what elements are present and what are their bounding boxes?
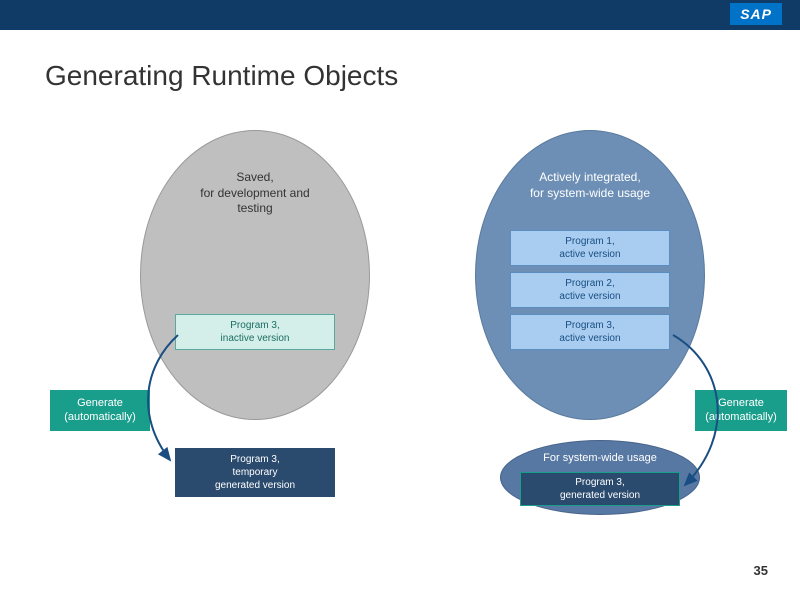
text: Program 3, <box>575 477 624 488</box>
box-program3-temporary: Program 3, temporary generated version <box>175 448 335 497</box>
text: generated version <box>215 480 295 491</box>
arrow-left <box>130 335 190 475</box>
box-program3-active: Program 3, active version <box>510 314 670 350</box>
text: active version <box>559 249 620 260</box>
text: Saved, <box>236 170 273 184</box>
text: testing <box>237 201 272 215</box>
header-bar: SAP <box>0 0 800 30</box>
text: (automatically) <box>64 411 136 423</box>
text: Program 1, <box>565 236 614 247</box>
text: inactive version <box>221 333 290 344</box>
page-number: 35 <box>754 563 768 578</box>
text: Generate <box>77 397 123 409</box>
box-program3-generated: Program 3, generated version <box>520 472 680 506</box>
text: generated version <box>560 490 640 501</box>
text: active version <box>559 291 620 302</box>
box-program1-active: Program 1, active version <box>510 230 670 266</box>
ellipse-saved-caption: Saved, for development and testing <box>140 170 370 217</box>
text: temporary <box>232 467 277 478</box>
arrow-right <box>665 335 745 495</box>
text: for system-wide usage <box>530 186 650 200</box>
sap-logo: SAP <box>730 3 782 25</box>
text: Program 2, <box>565 278 614 289</box>
text: Program 3, <box>230 320 279 331</box>
text: active version <box>559 333 620 344</box>
text: Actively integrated, <box>539 170 640 184</box>
text: Program 3, <box>230 454 279 465</box>
box-program3-inactive: Program 3, inactive version <box>175 314 335 350</box>
text: for development and <box>200 186 309 200</box>
ellipse-active-caption: Actively integrated, for system-wide usa… <box>475 170 705 201</box>
box-program2-active: Program 2, active version <box>510 272 670 308</box>
slide-title: Generating Runtime Objects <box>45 60 398 92</box>
text: Program 3, <box>565 320 614 331</box>
